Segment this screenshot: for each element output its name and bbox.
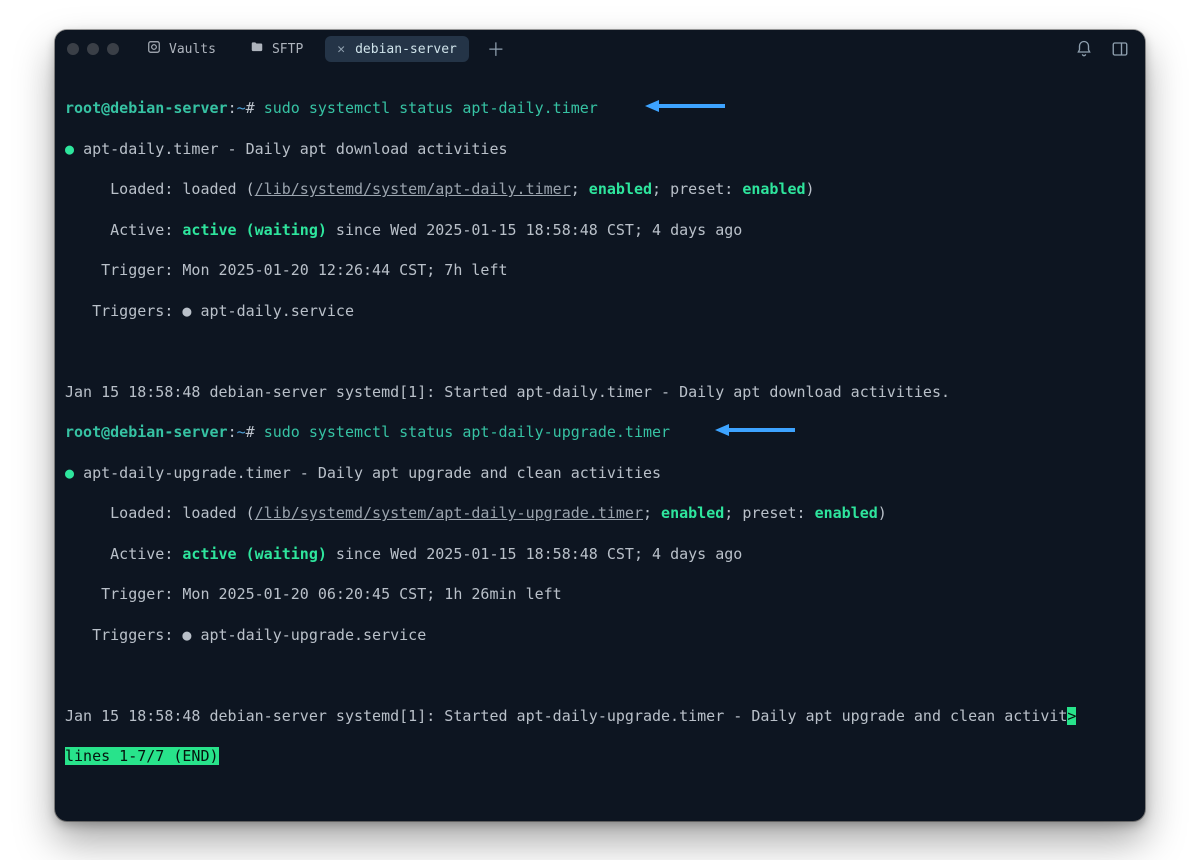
unit-title: apt-daily.timer - Daily apt download act… <box>83 140 507 158</box>
unit-title: apt-daily-upgrade.timer - Daily apt upgr… <box>83 464 661 482</box>
close-dot[interactable] <box>67 43 79 55</box>
bell-icon[interactable] <box>1071 36 1097 62</box>
tab-label: debian-server <box>355 42 457 57</box>
text: ; preset: <box>724 504 814 522</box>
output-line: Active: active (waiting) since Wed 2025-… <box>65 220 1135 240</box>
command-text: sudo systemctl status apt-daily.timer <box>264 99 598 117</box>
text: ) <box>878 504 887 522</box>
text: ; <box>643 504 661 522</box>
truncation-indicator: > <box>1067 707 1076 725</box>
text: ) <box>806 180 815 198</box>
tab-sftp[interactable]: SFTP <box>238 36 315 62</box>
status-dot-icon: ● <box>65 464 74 482</box>
annotation-arrow <box>715 422 795 438</box>
vault-icon <box>147 40 161 58</box>
output-line: Triggers: ● apt-daily.service <box>65 301 1135 321</box>
unit-file-path: /lib/systemd/system/apt-daily.timer <box>255 180 571 198</box>
tab-vaults[interactable]: Vaults <box>135 36 228 62</box>
panels-icon[interactable] <box>1107 36 1133 62</box>
tab-label: Vaults <box>169 42 216 57</box>
active-state: active (waiting) <box>182 545 327 563</box>
tab-active-session[interactable]: ✕ debian-server <box>325 36 469 62</box>
output-line: ● apt-daily.timer - Daily apt download a… <box>65 139 1135 159</box>
output-line: Trigger: Mon 2025-01-20 12:26:44 CST; 7h… <box>65 260 1135 280</box>
titlebar: Vaults SFTP ✕ debian-server ＋ <box>55 30 1145 68</box>
output-line: Trigger: Mon 2025-01-20 06:20:45 CST; 1h… <box>65 584 1135 604</box>
text: ; preset: <box>652 180 742 198</box>
active-label: Active: <box>65 221 182 239</box>
prompt-line: root@debian-server:~# sudo systemctl sta… <box>65 98 1135 118</box>
window-controls <box>67 43 125 55</box>
prompt-line: root@debian-server:~# sudo systemctl sta… <box>65 422 1135 442</box>
log-line: Jan 15 18:58:48 debian-server systemd[1]… <box>65 706 1135 726</box>
prompt-sep: : <box>228 423 237 441</box>
output-line: ● apt-daily-upgrade.timer - Daily apt up… <box>65 463 1135 483</box>
output-line: Loaded: loaded (/lib/systemd/system/apt-… <box>65 179 1135 199</box>
unit-file-path: /lib/systemd/system/apt-daily-upgrade.ti… <box>255 504 643 522</box>
prompt-user: root@debian-server <box>65 99 228 117</box>
active-state: active (waiting) <box>182 221 327 239</box>
preset-state: enabled <box>815 504 878 522</box>
log-line: Jan 15 18:58:48 debian-server systemd[1]… <box>65 382 1135 402</box>
blank-line <box>65 341 1135 361</box>
output-line: Triggers: ● apt-daily-upgrade.service <box>65 625 1135 645</box>
loaded-label: Loaded: loaded ( <box>65 504 255 522</box>
terminal-window: Vaults SFTP ✕ debian-server ＋ <box>55 30 1145 821</box>
annotation-arrow <box>645 98 725 114</box>
blank-line <box>65 665 1135 685</box>
log-text: Jan 15 18:58:48 debian-server systemd[1]… <box>65 707 1067 725</box>
active-label: Active: <box>65 545 182 563</box>
active-since: since Wed 2025-01-15 18:58:48 CST; 4 day… <box>327 221 742 239</box>
active-since: since Wed 2025-01-15 18:58:48 CST; 4 day… <box>327 545 742 563</box>
enabled-state: enabled <box>661 504 724 522</box>
pager-status: lines 1-7/7 (END) <box>65 746 1135 766</box>
command-text: sudo systemctl status apt-daily-upgrade.… <box>264 423 670 441</box>
prompt-hash: # <box>246 99 255 117</box>
pager-text: lines 1-7/7 (END) <box>65 747 219 765</box>
output-line: Loaded: loaded (/lib/systemd/system/apt-… <box>65 503 1135 523</box>
prompt-path: ~ <box>237 423 246 441</box>
folder-icon <box>250 40 264 58</box>
minimize-dot[interactable] <box>87 43 99 55</box>
tab-label: SFTP <box>272 42 303 57</box>
prompt-sep: : <box>228 99 237 117</box>
new-tab-button[interactable]: ＋ <box>479 36 513 62</box>
prompt-user: root@debian-server <box>65 423 228 441</box>
zoom-dot[interactable] <box>107 43 119 55</box>
terminal-body[interactable]: root@debian-server:~# sudo systemctl sta… <box>55 68 1145 821</box>
close-icon[interactable]: ✕ <box>337 42 345 57</box>
status-dot-icon: ● <box>65 140 74 158</box>
text: ; <box>571 180 589 198</box>
prompt-path: ~ <box>237 99 246 117</box>
enabled-state: enabled <box>589 180 652 198</box>
output-line: Active: active (waiting) since Wed 2025-… <box>65 544 1135 564</box>
prompt-hash: # <box>246 423 255 441</box>
loaded-label: Loaded: loaded ( <box>65 180 255 198</box>
preset-state: enabled <box>742 180 805 198</box>
